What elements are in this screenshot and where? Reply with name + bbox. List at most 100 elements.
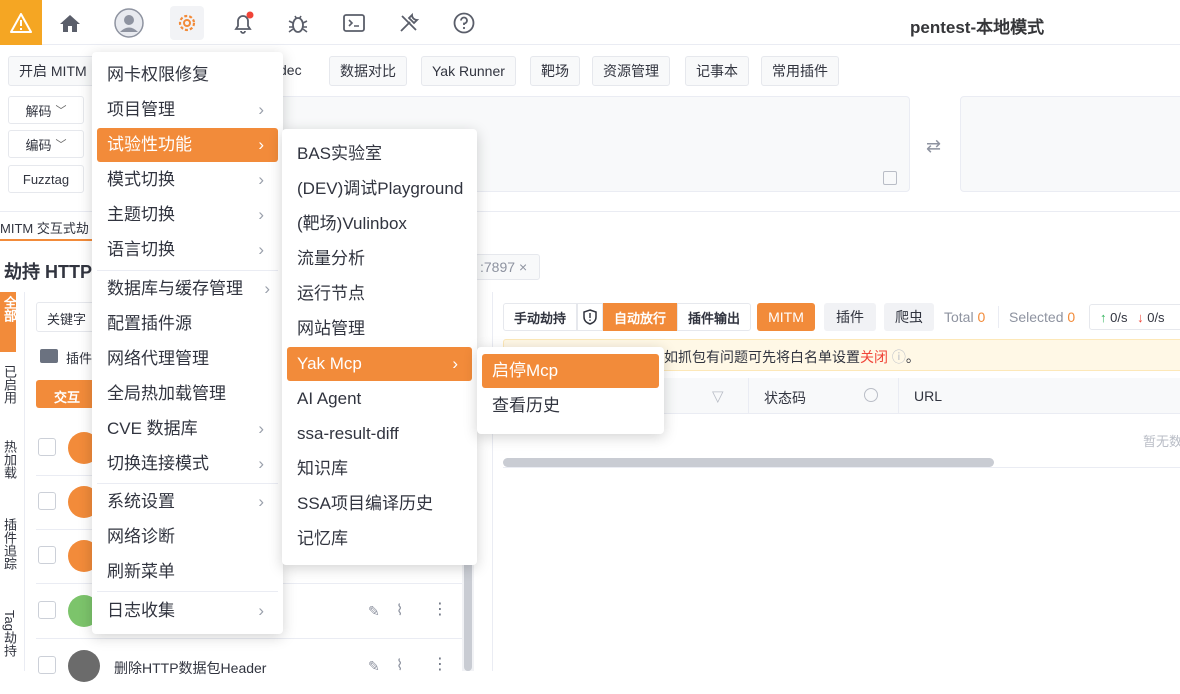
home-icon[interactable] [53, 6, 87, 40]
gear-icon[interactable] [170, 6, 204, 40]
menu-item-hotload-manage[interactable]: 全局热加载管理 [97, 377, 278, 411]
menu-item-mode-switch[interactable]: 模式切换 › [97, 163, 278, 197]
auto-pass-button[interactable]: 自动放行 [603, 303, 677, 331]
checkbox[interactable] [38, 601, 56, 619]
vtab-all[interactable]: 全部 [0, 296, 17, 322]
menu-item-experimental[interactable]: 试验性功能 › [97, 128, 278, 162]
pulse-icon[interactable]: ⌇ [396, 601, 403, 619]
col-status-code[interactable]: 状态码 [764, 388, 806, 408]
menu-item-vulinbox[interactable]: (靶场)Vulinbox [287, 207, 472, 241]
menu-item-db-cache[interactable]: 数据库与缓存管理 › [97, 272, 278, 306]
close-icon[interactable]: × [519, 259, 527, 275]
chevron-right-icon: › [264, 279, 270, 298]
terminal-icon[interactable] [337, 6, 371, 40]
menu-item-cve-db[interactable]: CVE 数据库 › [97, 412, 278, 446]
checkbox[interactable] [38, 492, 56, 510]
search-icon[interactable] [864, 388, 878, 402]
menu-item-label: ssa-result-diff [297, 424, 399, 443]
vtab-plugin-trace[interactable]: 插件追踪 [0, 518, 17, 570]
plugin-button[interactable]: 插件 [824, 303, 876, 331]
menu-item-ai-agent[interactable]: AI Agent [287, 382, 472, 416]
menu-item-site-manage[interactable]: 网站管理 [287, 312, 472, 346]
menu-item-theme-switch[interactable]: 主题切换 › [97, 198, 278, 232]
horizontal-scrollbar[interactable] [503, 458, 994, 467]
menu-item-label: 项目管理 [107, 100, 175, 119]
mitm-tab[interactable]: MITM 交互式劫 [0, 218, 89, 237]
more-icon[interactable]: ⋮ [432, 599, 448, 619]
chevron-right-icon: › [258, 135, 264, 154]
menu-item-system-settings[interactable]: 系统设置 › [97, 485, 278, 519]
menu-item-toggle-mcp[interactable]: 启停Mcp [482, 354, 659, 388]
more-icon[interactable]: ⋮ [432, 654, 448, 674]
arrow-down-icon: ↓ [1137, 310, 1144, 325]
menu-item-dev-playground[interactable]: (DEV)调试Playground [287, 172, 472, 206]
vtab-enabled[interactable]: 已启用 [0, 365, 17, 404]
tab-start-mitm[interactable]: 开启 MITM [8, 56, 98, 86]
experimental-submenu: BAS实验室 (DEV)调试Playground (靶场)Vulinbox 流量… [282, 129, 477, 565]
settings-menu: 网卡权限修复 项目管理 › 试验性功能 › 模式切换 › 主题切换 › 语言切换 › 数据… [92, 52, 283, 634]
tab-notepad[interactable]: 记事本 [685, 56, 749, 86]
list-item[interactable]: 删除HTTP数据包Header ✎ ⌇ ⋮ [36, 640, 462, 694]
tab-resource-manage[interactable]: 资源管理 [592, 56, 670, 86]
tab-range[interactable]: 靶场 [530, 56, 580, 86]
mitm-button[interactable]: MITM [757, 303, 815, 331]
tab-data-compare[interactable]: 数据对比 [329, 56, 407, 86]
vtab-tag-hijack[interactable]: Tag劫持 [0, 610, 17, 657]
fuzztag-button[interactable]: Fuzztag [8, 165, 84, 193]
menu-item-proxy-manage[interactable]: 网络代理管理 [97, 342, 278, 376]
checkbox[interactable] [38, 656, 56, 674]
menu-item-ssa-result-diff[interactable]: ssa-result-diff [287, 417, 472, 451]
proxy-tag-label: :7897 [480, 259, 516, 275]
menu-item-nic-permission[interactable]: 网卡权限修复 [97, 58, 278, 92]
proxy-tag[interactable]: :7897 × [475, 254, 540, 280]
menu-item-bas-lab[interactable]: BAS实验室 [287, 137, 472, 171]
swap-icon[interactable]: ⇄ [926, 136, 941, 157]
tab-common-plugins[interactable]: 常用插件 [761, 56, 839, 86]
menu-item-run-node[interactable]: 运行节点 [287, 277, 472, 311]
manual-hijack-button[interactable]: 手动劫持 [503, 303, 577, 331]
menu-divider [97, 591, 278, 592]
menu-item-ssa-compile-history[interactable]: SSA项目编译历史 [287, 487, 472, 521]
menu-item-project-manage[interactable]: 项目管理 › [97, 93, 278, 127]
menu-item-label: 查看历史 [492, 396, 560, 415]
menu-item-network-diagnose[interactable]: 网络诊断 [97, 520, 278, 554]
menu-item-knowledge-base[interactable]: 知识库 [287, 452, 472, 486]
vtab-hotload[interactable]: 热加载 [0, 440, 17, 479]
menu-item-view-history[interactable]: 查看历史 [482, 389, 659, 423]
menu-item-label: 切换连接模式 [107, 454, 209, 473]
plugin-output-button[interactable]: 插件输出 [677, 303, 751, 331]
help-icon[interactable] [447, 6, 481, 40]
tab-yak-runner[interactable]: Yak Runner [421, 56, 516, 86]
menu-item-connection-mode[interactable]: 切换连接模式 › [97, 447, 278, 481]
menu-item-log-collect[interactable]: 日志收集 › [97, 594, 278, 628]
menu-item-refresh-menu[interactable]: 刷新菜单 [97, 555, 278, 589]
checkbox[interactable] [38, 438, 56, 456]
traffic-rate: ↑ 0/s ↓ 0/s [1089, 304, 1180, 330]
encode-select[interactable]: 编码 ﹀ [8, 130, 84, 158]
col-url[interactable]: URL [914, 388, 942, 404]
menu-item-plugin-source[interactable]: 配置插件源 [97, 307, 278, 341]
menu-item-yak-mcp[interactable]: Yak Mcp › [287, 347, 472, 381]
interactive-button[interactable]: 交互 [36, 380, 100, 408]
bug-icon[interactable] [281, 6, 315, 40]
notice-close-link[interactable]: 关闭 [860, 349, 888, 365]
copy-icon[interactable] [883, 171, 897, 185]
warning-icon[interactable] [0, 0, 42, 45]
shield-icon[interactable] [577, 303, 603, 331]
user-icon[interactable] [112, 6, 146, 40]
crawler-button[interactable]: 爬虫 [884, 303, 934, 331]
edit-icon[interactable]: ✎ [368, 603, 380, 620]
checkbox[interactable] [38, 546, 56, 564]
bell-icon[interactable] [226, 6, 260, 40]
menu-item-label: BAS实验室 [297, 144, 383, 163]
pulse-icon[interactable]: ⌇ [396, 656, 403, 674]
menu-item-traffic-analysis[interactable]: 流量分析 [287, 242, 472, 276]
tools-icon[interactable] [392, 6, 426, 40]
menu-item-label: 运行节点 [297, 284, 365, 303]
decode-select[interactable]: 解码 ﹀ [8, 96, 84, 124]
edit-icon[interactable]: ✎ [368, 658, 380, 675]
menu-item-memory-base[interactable]: 记忆库 [287, 522, 472, 556]
menu-item-language-switch[interactable]: 语言切换 › [97, 233, 278, 267]
codec-output-panel[interactable] [960, 96, 1180, 192]
filter-icon[interactable]: ▽ [712, 387, 724, 405]
